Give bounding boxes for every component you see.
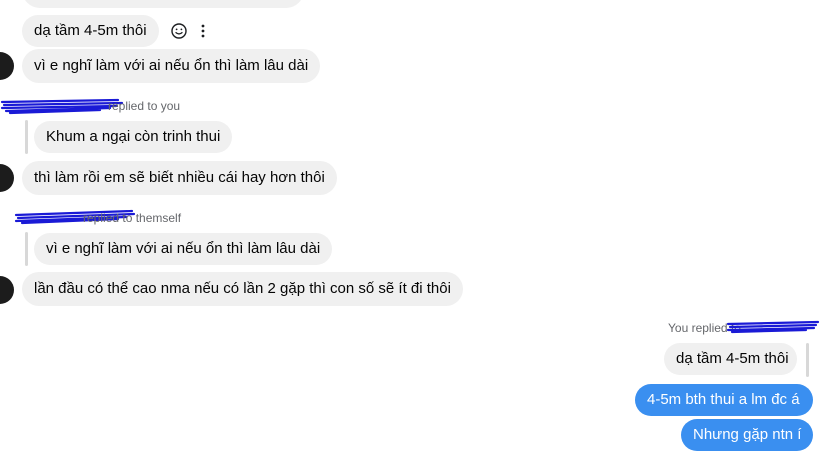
reply-quote[interactable]: dạ tầm 4-5m thôi	[664, 343, 797, 375]
avatar[interactable]	[0, 276, 14, 304]
avatar[interactable]	[0, 52, 14, 80]
message-bubble[interactable]: lần đầu có thể cao nma nếu có lần 2 gặp …	[22, 272, 463, 306]
reply-quote[interactable]: Khum a ngại còn trinh thui	[34, 121, 233, 153]
avatar[interactable]	[0, 164, 14, 192]
my-message-bubble[interactable]: Nhưng gặp ntn í	[681, 419, 813, 451]
redaction-scribble	[726, 318, 821, 341]
reply-quote[interactable]: vì e nghĩ làm với ai nếu ổn thì làm lâu …	[34, 233, 333, 265]
message-bubble-partial	[22, 0, 304, 8]
smiley-icon[interactable]	[170, 22, 188, 40]
reply-indicator	[25, 232, 28, 266]
reply-indicator	[806, 343, 809, 377]
message-bubble[interactable]: dạ tầm 4-5m thôi	[22, 15, 159, 47]
my-message-bubble[interactable]: 4-5m bth thui a lm đc á	[635, 384, 813, 416]
redaction-scribble	[0, 96, 125, 121]
reply-meta: replied to you	[108, 99, 181, 113]
message-bubble[interactable]: vì e nghĩ làm với ai nếu ổn thì làm lâu …	[22, 49, 321, 83]
reply-meta: replied to themself	[83, 211, 182, 225]
more-vertical-icon[interactable]	[196, 22, 210, 40]
message-bubble[interactable]: thì làm rồi em sẽ biết nhiều cái hay hơn…	[22, 161, 337, 195]
reply-indicator	[25, 120, 28, 154]
